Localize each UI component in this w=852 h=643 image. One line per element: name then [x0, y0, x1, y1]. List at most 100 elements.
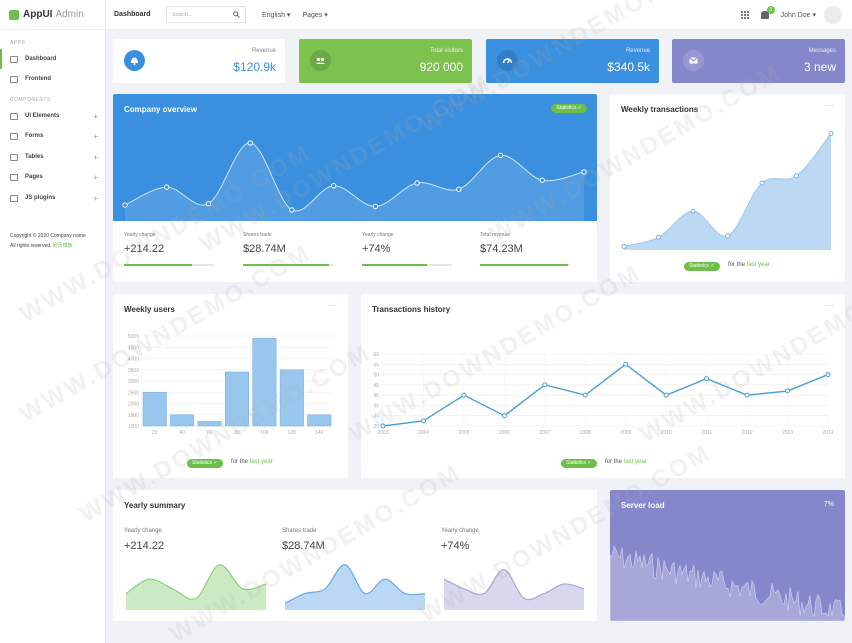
data-point — [704, 376, 710, 382]
notification-badge: 3 — [766, 6, 775, 14]
brand[interactable]: AppUI Admin — [0, 0, 105, 30]
data-point — [623, 361, 629, 367]
sidebar-item-label: UI Elements — [25, 113, 60, 119]
bell-icon — [124, 50, 145, 71]
x-tick-label: 2012 — [742, 430, 753, 436]
rights-link[interactable]: 网页模板 — [53, 243, 73, 249]
sidebar-item-label: Frontend — [25, 76, 51, 82]
server-load-chart — [610, 545, 845, 621]
statistics-pill[interactable]: Statistics ✓ — [561, 459, 597, 468]
plus-icon: + — [93, 193, 98, 203]
user-menu[interactable]: John Doe ▾ — [781, 11, 816, 19]
bell-icon[interactable]: 3 — [760, 6, 775, 19]
data-point — [744, 392, 750, 398]
stat-value: 920 000 — [419, 60, 463, 74]
data-point — [414, 180, 420, 186]
overview-stat: Yearly change +74% — [362, 232, 467, 266]
stat-card-revenue-2[interactable]: Revenue $340.5k — [486, 39, 659, 83]
y-tick-label: 3000 — [128, 379, 139, 385]
data-point — [582, 392, 588, 398]
chart-footer: for the last year — [231, 459, 273, 465]
bar — [307, 414, 332, 427]
stat-label: Revenue — [251, 48, 276, 54]
topbar: Dashboard Search... English ▾ Pages ▾ 3 … — [106, 0, 852, 30]
ui-elements-icon — [10, 112, 18, 120]
overview-stat-value: $28.74M — [243, 243, 286, 255]
transactions-history-chart: 25303540455055602003 2004 2005 2006 2007 2008… — [373, 352, 833, 436]
sidebar-item-pages[interactable]: Pages + — [0, 167, 106, 187]
sidebar-item-label: Tables — [25, 154, 44, 160]
section-components: COMPONENTS — [10, 97, 51, 103]
statistics-pill[interactable]: Statistics ✓ — [187, 459, 223, 468]
last-year-link[interactable]: last year — [250, 459, 273, 465]
stat-card-revenue[interactable]: Revenue $120.9k — [113, 39, 285, 83]
avatar[interactable] — [824, 6, 842, 24]
x-tick-label: 60 — [207, 430, 213, 436]
sidebar-item-js-plugins[interactable]: JS plugins + — [0, 188, 106, 208]
plus-icon: + — [93, 131, 98, 141]
data-point — [380, 423, 386, 429]
apps-grid-icon[interactable] — [740, 11, 749, 19]
x-tick-label: 2003 — [377, 430, 388, 436]
progress-bar — [243, 264, 333, 266]
bar — [279, 369, 304, 427]
data-point — [497, 152, 504, 159]
progress-bar — [362, 264, 452, 266]
y-tick-label: 4500 — [128, 345, 139, 351]
last-year-link[interactable]: last year — [624, 459, 647, 465]
overview-chart — [122, 140, 587, 221]
statistics-pill[interactable]: Statistics ✓ — [684, 262, 720, 271]
home-icon — [10, 55, 18, 63]
y-tick-label: 55 — [373, 362, 379, 368]
data-point — [164, 184, 170, 190]
sidebar-item-label: JS plugins — [25, 195, 56, 201]
sidebar-item-frontend[interactable]: Frontend — [0, 69, 106, 89]
bar — [197, 421, 222, 427]
sidebar-item-tables[interactable]: Tables + — [0, 147, 106, 167]
x-tick-label: 2010 — [661, 430, 672, 436]
stat-card-messages[interactable]: Messages 3 new — [672, 39, 845, 83]
chart-footer: for the last year — [728, 262, 770, 268]
data-point — [663, 392, 669, 398]
data-point — [825, 372, 831, 378]
pages-icon — [10, 173, 18, 181]
pages-dropdown[interactable]: Pages ▾ — [302, 11, 327, 19]
search-icon[interactable] — [233, 11, 240, 18]
y-tick-label: 3500 — [128, 368, 139, 374]
brand-sub: Admin — [55, 9, 84, 20]
weekly-users-chart: 1000 1500 2000 2500 3000 3500 4000 4500 5000 20 40… — [128, 334, 333, 436]
x-tick-label: 2007 — [539, 430, 550, 436]
brand-name: AppUI — [23, 9, 53, 20]
x-tick-label: 120 — [288, 430, 297, 436]
yearly-summary-card: Yearly summary Yearly change +214.22 Sha… — [113, 490, 597, 621]
transactions-history-card: Transactions history ··· 25 30 35 40 45 50 55 6… — [361, 294, 845, 478]
data-point — [122, 202, 128, 208]
sidebar-item-dashboard[interactable]: Dashboard — [0, 49, 106, 69]
overview-chart-panel: Company overview Statistics ✓ — [113, 94, 597, 221]
series-area — [126, 564, 266, 610]
plus-icon: + — [93, 111, 98, 121]
data-point — [725, 233, 730, 239]
overview-stat-label: Yearly change — [124, 232, 156, 238]
data-point — [690, 208, 696, 214]
overview-stat-label: Shares trade — [243, 232, 272, 238]
stat-card-visitors[interactable]: Total visitors 920 000 — [299, 39, 472, 83]
y-tick-label: 40 — [373, 393, 379, 399]
x-tick-label: 2004 — [418, 430, 429, 436]
data-point — [247, 140, 253, 146]
last-year-link[interactable]: last year — [747, 262, 770, 268]
data-point — [330, 183, 337, 189]
brand-logo — [9, 9, 19, 20]
x-tick-label: 2013 — [782, 430, 793, 436]
overview-stat-label: Total revenue — [480, 232, 511, 238]
x-tick-label: 80 — [234, 430, 240, 436]
chevron-down-icon: ▾ — [812, 12, 816, 19]
overview-stat: Shares trade $28.74M — [243, 232, 348, 266]
table-icon — [10, 153, 18, 161]
sidebar-item-ui-elements[interactable]: UI Elements + — [0, 106, 106, 126]
search-input[interactable]: Search... — [166, 6, 246, 23]
sidebar-item-forms[interactable]: Forms + — [0, 126, 106, 146]
language-dropdown[interactable]: English ▾ — [262, 11, 290, 19]
section-apps: APPS — [10, 40, 26, 46]
y-tick-label: 1000 — [128, 424, 139, 430]
